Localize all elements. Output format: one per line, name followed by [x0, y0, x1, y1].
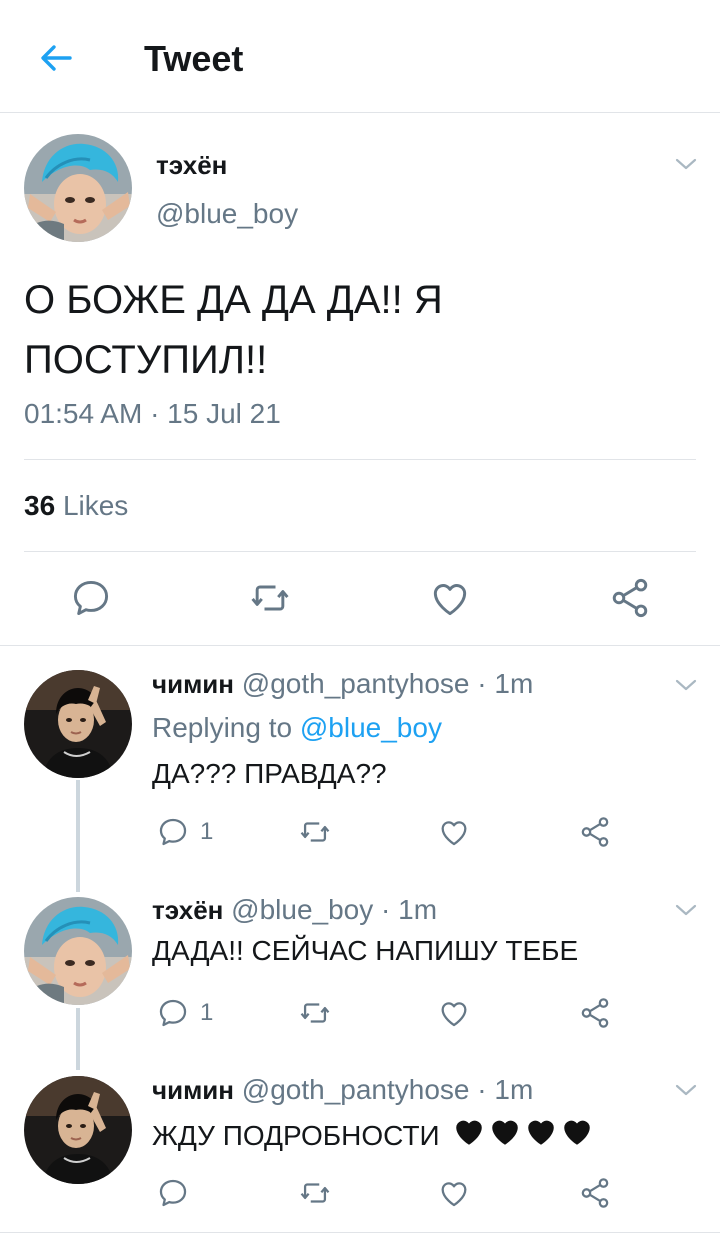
page-title: Tweet [144, 38, 244, 79]
author-display-name[interactable]: тэхён [156, 150, 227, 181]
black-heart-icon [487, 1115, 523, 1149]
likes-summary[interactable]: 36 Likes [24, 490, 128, 522]
author-meta: @goth_pantyhose · 1m [241, 668, 534, 699]
section-divider [0, 645, 720, 646]
reply-text: ЖДУ ПОДРОБНОСТИ [152, 1115, 595, 1152]
black-heart-icon [451, 1115, 487, 1149]
author-handle[interactable]: @blue_boy [156, 198, 298, 230]
avatar[interactable] [24, 1076, 132, 1184]
share-icon [578, 815, 612, 849]
reply-icon [156, 815, 190, 849]
reply-header: чимин @goth_pantyhose · 1m [152, 668, 533, 700]
avatar-image [24, 134, 132, 242]
avatar-image [24, 1076, 132, 1184]
likes-label: Likes [62, 490, 129, 521]
reply-button[interactable]: 1 [156, 995, 213, 1031]
reply-count: 1 [200, 818, 214, 845]
reply-text-content: ЖДУ ПОДРОБНОСТИ [152, 1120, 440, 1151]
retweet-icon[interactable] [248, 576, 292, 620]
avatar-image [24, 670, 132, 778]
author-display-name[interactable]: тэхён [152, 895, 223, 925]
retweet-icon [298, 815, 332, 849]
divider [24, 551, 696, 552]
like-button[interactable] [437, 995, 471, 1031]
avatar[interactable] [24, 134, 132, 242]
share-icon [578, 996, 612, 1030]
avatar-image [24, 897, 132, 1005]
likes-count: 36 [24, 490, 56, 521]
like-button[interactable] [437, 814, 471, 850]
reply-icon[interactable] [69, 576, 113, 620]
thread-line [76, 780, 80, 892]
tweet-text: О БОЖЕ ДА ДА ДА!! Я ПОСТУПИЛ!! [24, 278, 443, 382]
reply-icon [156, 1176, 190, 1210]
black-heart-icon [523, 1115, 559, 1149]
avatar[interactable] [24, 897, 132, 1005]
reply-text: ДАДА!! СЕЙЧАС НАПИШУ ТЕБЕ [152, 935, 579, 966]
author-meta: @blue_boy · 1m [231, 894, 438, 925]
like-icon [437, 1176, 471, 1210]
tweet-timestamp: 01:54 AM · 15 Jul 21 [24, 398, 281, 429]
chevron-down-icon[interactable] [673, 901, 699, 919]
retweet-icon [298, 1176, 332, 1210]
reply-header: тэхён @blue_boy · 1m [152, 894, 437, 926]
black-hearts-emoji [451, 1115, 595, 1149]
reply-count: 1 [200, 999, 214, 1026]
replying-to-handle[interactable]: @blue_boy [300, 712, 442, 743]
chevron-down-icon[interactable] [673, 676, 699, 694]
divider [24, 459, 696, 460]
like-button[interactable] [437, 1175, 471, 1211]
avatar[interactable] [24, 670, 132, 778]
share-button[interactable] [578, 995, 612, 1031]
share-button[interactable] [578, 1175, 612, 1211]
author-meta: @goth_pantyhose · 1m [241, 1074, 534, 1105]
share-icon[interactable] [608, 576, 652, 620]
share-icon [578, 1176, 612, 1210]
reply-button[interactable] [156, 1175, 190, 1211]
replying-to-label: Replying to [152, 712, 293, 743]
chevron-down-icon[interactable] [673, 1081, 699, 1099]
author-display-name[interactable]: чимин [152, 669, 234, 699]
retweet-button[interactable] [298, 814, 332, 850]
share-button[interactable] [578, 814, 612, 850]
black-heart-icon [559, 1115, 595, 1149]
thread-line [76, 1008, 80, 1070]
like-icon [437, 815, 471, 849]
retweet-button[interactable] [298, 1175, 332, 1211]
back-arrow-icon [41, 45, 72, 71]
reply-button[interactable]: 1 [156, 814, 213, 850]
retweet-icon [298, 996, 332, 1030]
retweet-button[interactable] [298, 995, 332, 1031]
author-display-name[interactable]: чимин [152, 1075, 234, 1105]
reply-header: чимин @goth_pantyhose · 1m [152, 1074, 533, 1106]
top-bar: Tweet [0, 0, 720, 113]
reply-text: ДА??? ПРАВДА?? [152, 758, 387, 789]
back-button[interactable] [36, 38, 76, 78]
section-divider [0, 1232, 720, 1233]
replying-to: Replying to @blue_boy [152, 712, 442, 744]
chevron-down-icon[interactable] [673, 155, 699, 173]
like-icon [437, 996, 471, 1030]
like-icon[interactable] [428, 576, 472, 620]
reply-icon [156, 996, 190, 1030]
